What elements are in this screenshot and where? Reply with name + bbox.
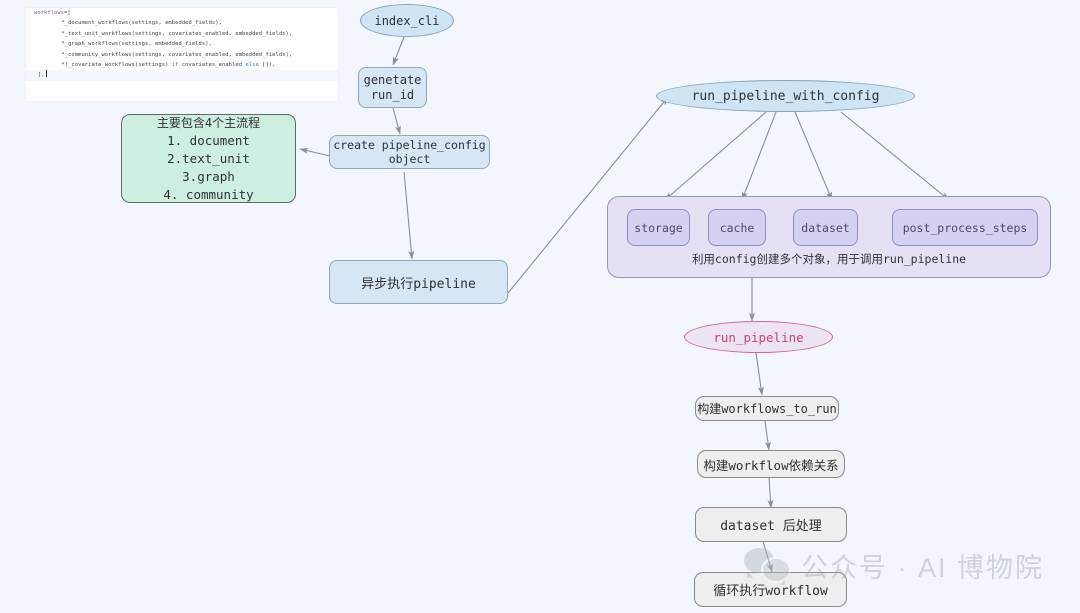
edge-config-to-async (403, 171, 415, 260)
code-line-6-a: *(_covariate_workflows(settings) (48, 62, 172, 69)
node-storage[interactable]: storage (627, 209, 690, 246)
node-create-pipeline-config[interactable]: create pipeline_config object (329, 135, 490, 169)
code-line-4: *_graph_workflows(settings, embedded_fie… (48, 41, 212, 48)
code-line-7-text: ], (38, 72, 45, 79)
code-line-1: workflows=[ (26, 8, 338, 18)
code-line-6-b: covariates_enabled (178, 62, 246, 69)
code-line-1-rest: =[ (64, 10, 71, 16)
edge-indexcli-to-runid (392, 36, 405, 66)
node-dataset-post-process[interactable]: dataset 后处理 (695, 507, 847, 542)
code-line-2: *_document_workflows(settings, embedded_… (48, 20, 222, 27)
code-line-6-c: []), (258, 62, 276, 69)
config-group-caption: 利用config创建多个对象，用于调用run_pipeline (691, 252, 967, 266)
diagram-canvas: workflows=[ *_document_workflows(setting… (0, 0, 1080, 613)
edge-runid-to-config (392, 107, 401, 135)
edge-ellipse-to-storage (664, 111, 767, 201)
code-line-3: *_text_unit_workflows(settings, covariat… (48, 30, 293, 37)
edge-runpipeline-to-build (755, 352, 764, 396)
node-generate-run-id[interactable]: genetate run_id (358, 67, 427, 108)
watermark-text: 公众号 · AI 博物院 (801, 553, 1045, 583)
edge-ellipse-to-dataset (794, 111, 833, 201)
node-build-workflows-to-run[interactable]: 构建workflows_to_run (695, 396, 839, 421)
node-index-cli[interactable]: index_cli (360, 4, 454, 37)
note-item-1: 1. document (167, 132, 250, 148)
config-objects-group: storage cache dataset post_process_steps… (607, 196, 1051, 278)
note-item-3: 3.graph (182, 168, 235, 184)
node-run-pipeline-with-config[interactable]: run_pipeline_with_config (656, 80, 915, 112)
note-item-2: 2.text_unit (167, 150, 250, 166)
note-title: 主要包含4个主流程 (156, 115, 261, 130)
edge-deps-to-postprocess (767, 476, 774, 509)
node-run-pipeline[interactable]: run_pipeline (684, 321, 833, 353)
edge-ellipse-to-cache (741, 111, 777, 201)
edge-ellipse-to-postprocess (840, 111, 950, 201)
code-line-5: *_community_workflows(settings, covariat… (48, 51, 293, 58)
edge-config-to-note (299, 147, 331, 157)
wechat-logo-icon (744, 547, 791, 584)
node-async-run-pipeline[interactable]: 异步执行pipeline (329, 260, 508, 304)
code-line-7: ], (26, 70, 338, 81)
note-item-4: 4. community (163, 186, 254, 202)
node-cache[interactable]: cache (708, 209, 766, 246)
node-post-process-steps[interactable]: post_process_steps (892, 209, 1038, 246)
code-keyword-workflows: workflows (34, 10, 65, 16)
watermark: 公众号 · AI 博物院 (744, 546, 1044, 585)
node-build-workflow-deps[interactable]: 构建workflow依赖关系 (697, 450, 845, 478)
note-main-flows: 主要包含4个主流程 1. document 2.text_unit 3.grap… (121, 114, 296, 203)
code-panel: workflows=[ *_document_workflows(setting… (26, 8, 338, 101)
code-keyword-else: else (245, 62, 259, 69)
code-line-6: *(_covariate_workflows(settings) if cova… (26, 60, 338, 70)
text-cursor (45, 70, 47, 78)
node-dataset[interactable]: dataset (793, 209, 858, 246)
edge-build-to-deps (764, 420, 771, 451)
